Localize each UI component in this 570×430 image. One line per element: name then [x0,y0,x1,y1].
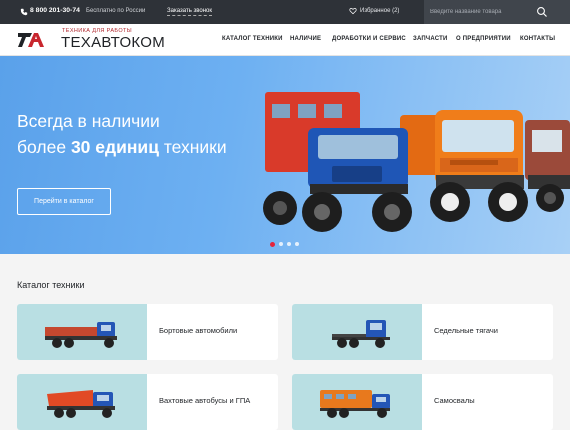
main-header: ТЕХНИКА ДЛЯ РАБОТЫ ТЕХАВТОКОМ КАТАЛОГ ТЕ… [0,24,570,56]
catalog-card-crew-bus[interactable]: Вахтовые автобусы и ГПА [17,374,278,430]
slider-dot-1[interactable] [270,241,275,247]
callback-link[interactable]: Заказать звонок [167,8,212,16]
trucks-image [263,92,570,232]
phone-number[interactable]: 8 800 201-30-74 [30,7,80,14]
slider-dot-2[interactable] [279,242,283,246]
catalog-title: Каталог техники [17,280,85,290]
slider-dot-4[interactable] [295,242,299,246]
search-input[interactable] [430,6,542,18]
nav-catalog[interactable]: КАТАЛОГ ТЕХНИКИ [222,36,283,42]
orange-truck-illustration [400,110,528,222]
hero-line-2: более 30 единиц техники [17,137,227,158]
hero-line-2-suffix: техники [163,137,227,157]
logo-name[interactable]: ТЕХАВТОКОМ [61,34,165,51]
crew-bus-icon [320,390,390,418]
phone-note: Бесплатно по России [86,8,146,14]
nav-availability[interactable]: НАЛИЧИЕ [290,36,321,42]
top-bar: 8 800 201-30-74 Бесплатно по России Зака… [0,0,570,24]
hero-line-2-prefix: более [17,137,67,157]
catalog-card-flatbed[interactable]: Бортовые автомобили [17,304,278,360]
nav-contacts[interactable]: КОНТАКТЫ [520,36,555,42]
search-icon[interactable] [536,6,548,18]
search-box [424,0,570,24]
phone-icon [20,8,28,16]
hero-banner: Всегда в наличии более 30 единиц техники… [0,56,570,254]
slider-dot-3[interactable] [287,242,291,246]
catalog-button[interactable]: Перейти в каталог [17,188,111,215]
nav-parts[interactable]: ЗАПЧАСТИ [413,36,448,42]
card-label: Вахтовые автобусы и ГПА [159,396,251,405]
card-label: Бортовые автомобили [159,326,238,335]
heart-icon[interactable] [349,7,357,15]
card-label: Седельные тягачи [434,326,498,335]
catalog-card-dump-truck[interactable]: Самосвалы [292,374,553,430]
blue-truck-illustration [263,92,412,232]
hero-line-1: Всегда в наличии [17,111,160,131]
logo-icon[interactable] [18,31,44,49]
brown-truck-illustration [525,120,570,212]
card-label: Самосвалы [434,396,475,405]
dump-truck-icon [47,390,115,418]
tractor-unit-icon [332,320,390,348]
catalog-card-tractor[interactable]: Седельные тягачи [292,304,553,360]
nav-service[interactable]: ДОРАБОТКИ И СЕРВИС [332,36,406,42]
favorites-link[interactable]: Избранное (2) [360,8,399,14]
flatbed-truck-icon [45,322,117,348]
nav-about[interactable]: О ПРЕДПРИЯТИИ [456,36,511,42]
hero-line-2-bold: 30 единиц [70,137,159,157]
